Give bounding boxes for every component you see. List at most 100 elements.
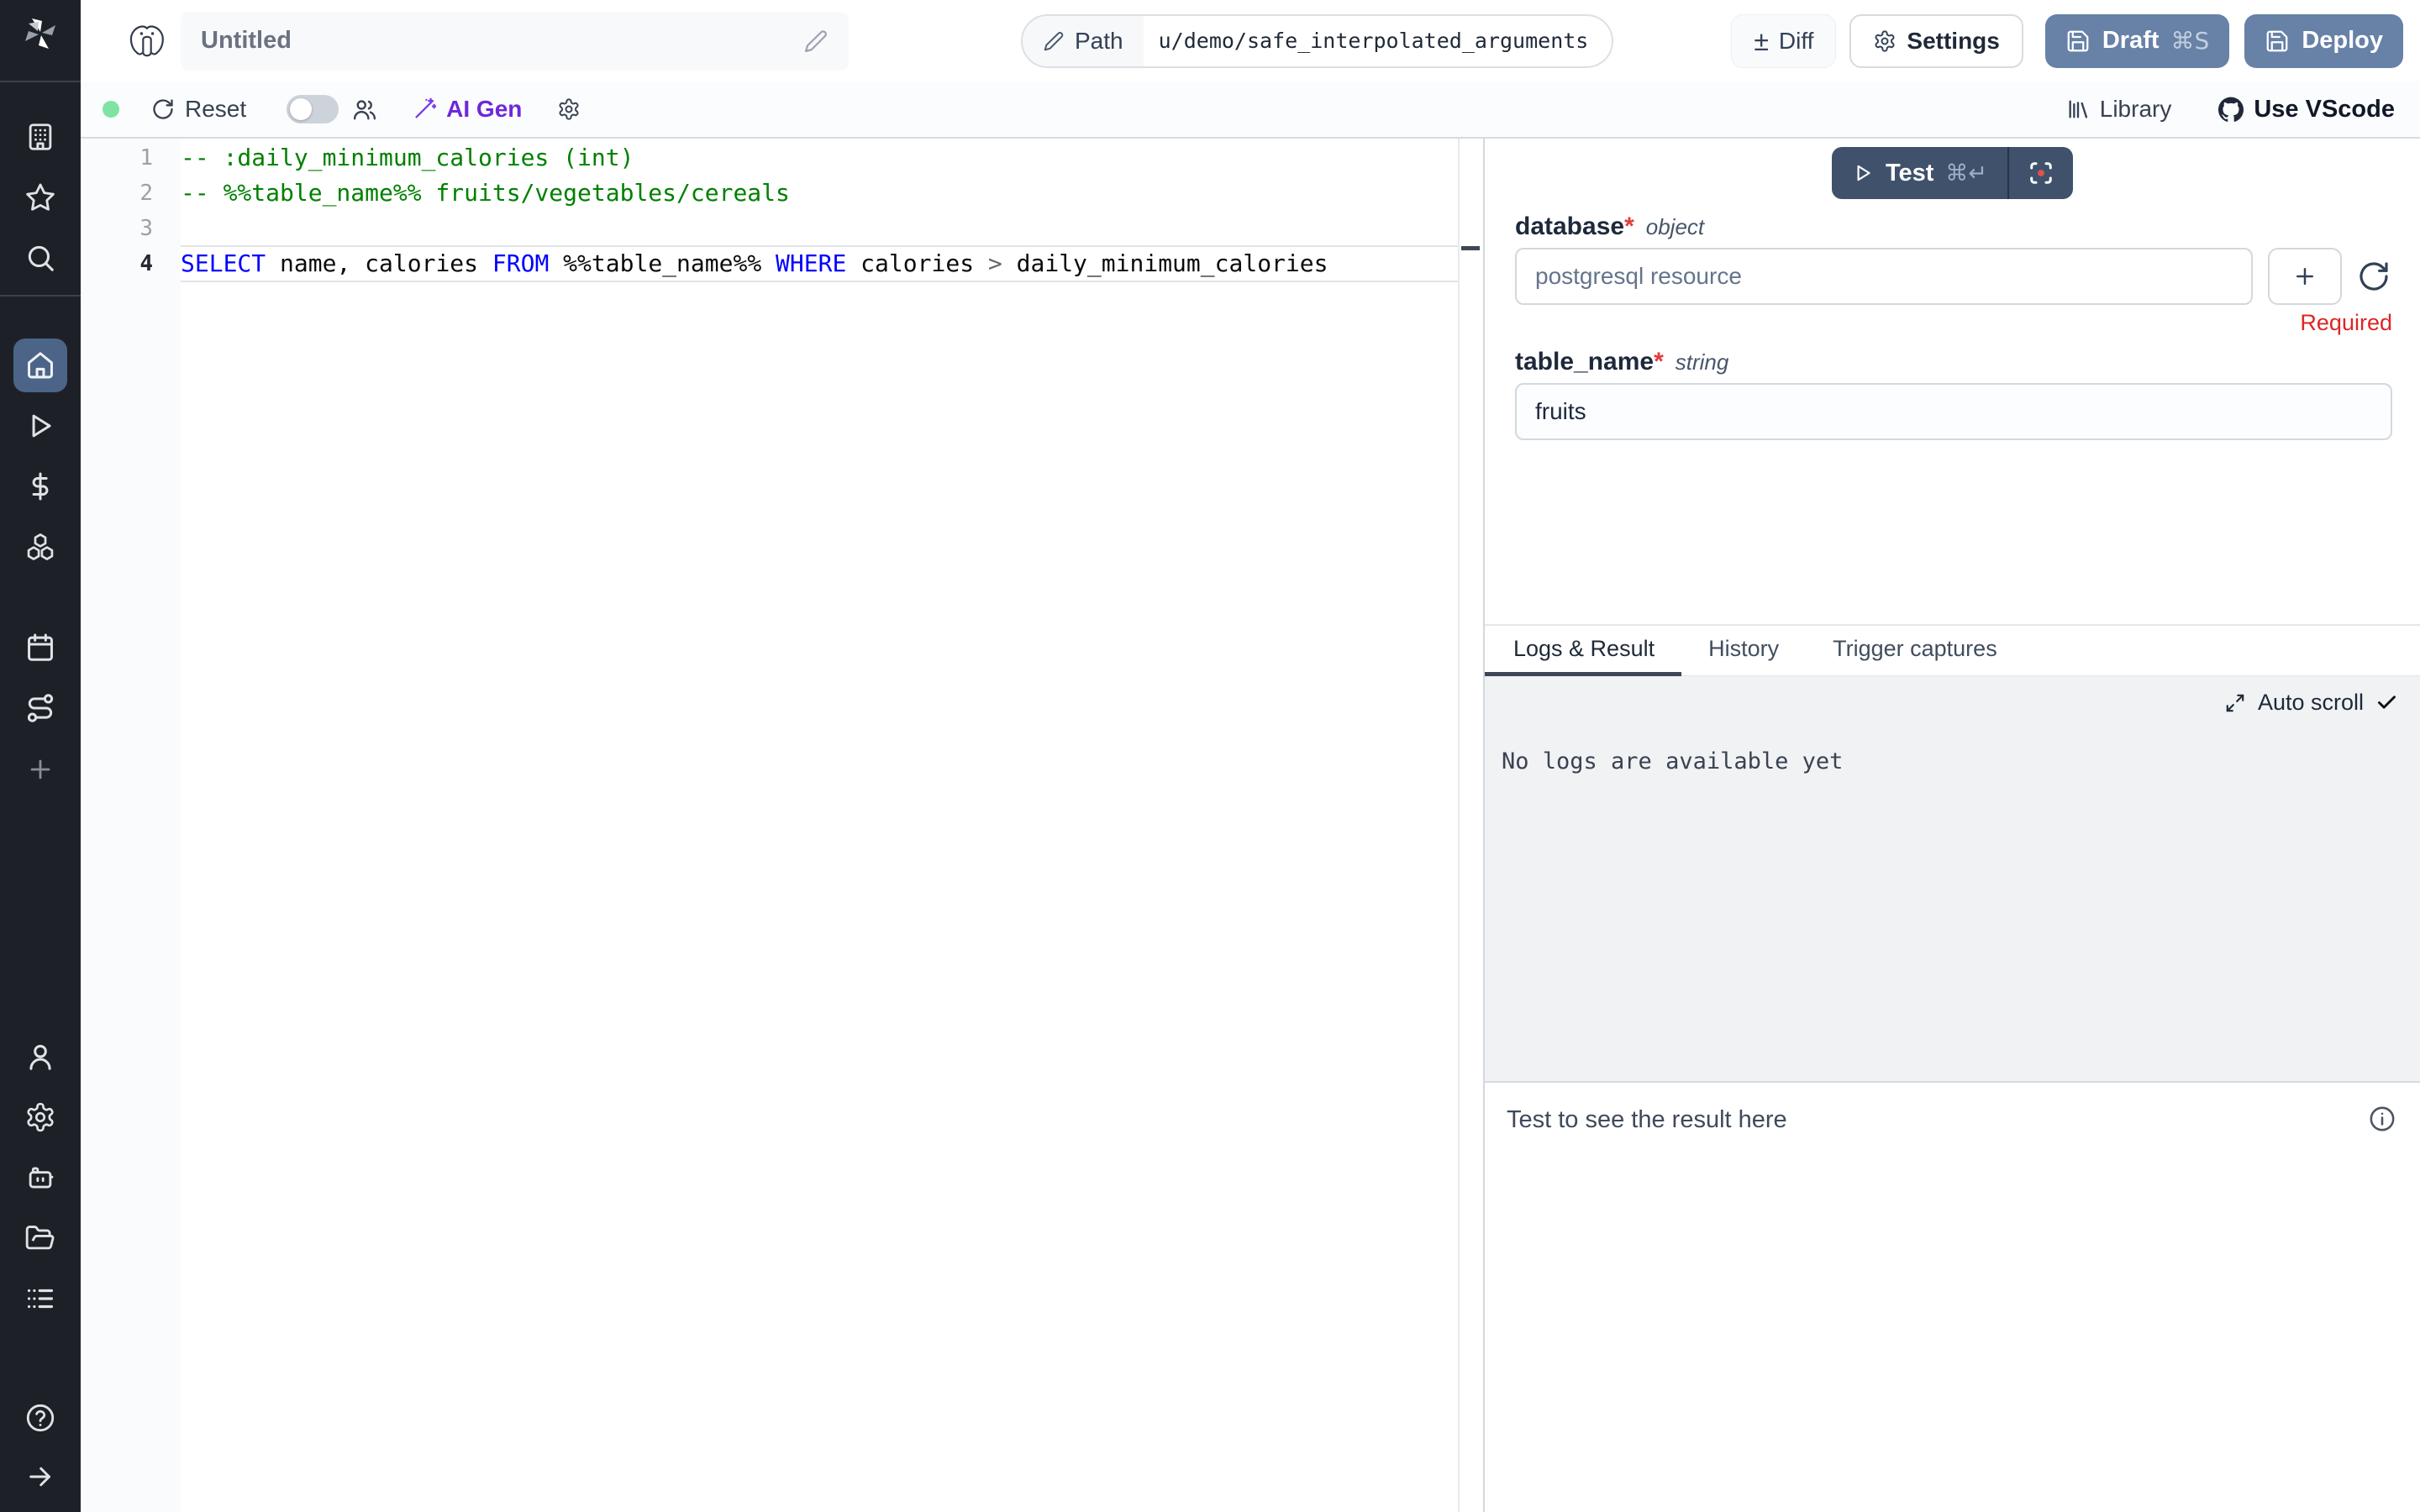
- reset-label: Reset: [185, 96, 246, 123]
- sidebar-item-triggers[interactable]: [24, 691, 57, 725]
- calendar-icon: [24, 632, 56, 664]
- test-shortcut: ⌘↵: [1945, 160, 1987, 186]
- use-vscode-label: Use VScode: [2254, 96, 2395, 123]
- sidebar-item-collapse[interactable]: [24, 1460, 57, 1494]
- line-number: 3: [81, 211, 153, 246]
- sidebar-item-variables[interactable]: [24, 470, 57, 503]
- main-column: Untitled Path u/demo/safe_interpolated_a…: [81, 0, 2420, 1512]
- check-icon: [2375, 691, 2398, 714]
- deploy-button[interactable]: Deploy: [2244, 14, 2403, 68]
- sidebar-item-add[interactable]: [24, 753, 57, 786]
- table-name-input[interactable]: [1515, 383, 2392, 440]
- database-input[interactable]: [1515, 248, 2253, 305]
- code-line[interactable]: -- %%table_name%% fruits/vegetables/cere…: [181, 176, 1460, 211]
- draft-label: Draft: [2102, 27, 2160, 55]
- refresh-resources-icon[interactable]: [2357, 260, 2391, 293]
- gear-icon: [1873, 29, 1897, 53]
- capture-button[interactable]: [2009, 147, 2073, 199]
- reset-button[interactable]: Reset: [151, 96, 246, 123]
- route-icon: [24, 692, 56, 724]
- diff-mode-toggle[interactable]: [287, 95, 339, 123]
- editor-gutter-background: [81, 139, 181, 1512]
- users-icon[interactable]: [352, 97, 377, 122]
- home-icon: [24, 349, 56, 381]
- sidebar-item-users[interactable]: [24, 1040, 57, 1074]
- content-row: 1234 -- :daily_minimum_calories (int)-- …: [81, 139, 2420, 1512]
- path-field[interactable]: Path u/demo/safe_interpolated_arguments: [1021, 14, 1613, 68]
- ai-gen-button[interactable]: AI Gen: [413, 96, 522, 123]
- gear-icon: [557, 97, 581, 121]
- search-icon: [24, 242, 56, 274]
- plus-minus-icon: ±: [1754, 28, 1769, 55]
- code-line[interactable]: -- :daily_minimum_calories (int): [181, 140, 1460, 176]
- plus-icon: [2292, 264, 2317, 289]
- add-resource-button[interactable]: [2268, 248, 2342, 305]
- sidebar-item-home[interactable]: [13, 339, 67, 392]
- sidebar-item-folders[interactable]: [24, 1221, 57, 1255]
- sidebar-divider: [0, 81, 81, 82]
- boxes-icon: [24, 531, 56, 563]
- field-type: string: [1676, 349, 1729, 375]
- play-icon: [1852, 162, 1874, 184]
- line-number: 4: [81, 246, 153, 281]
- draft-shortcut: ⌘S: [2171, 27, 2210, 55]
- script-settings-icon[interactable]: [557, 97, 581, 121]
- folder-open-icon: [24, 1222, 56, 1254]
- overview-ruler-marker: [1461, 246, 1480, 250]
- play-icon: [24, 410, 56, 442]
- sidebar-item-settings[interactable]: [24, 1100, 57, 1134]
- sidebar-item-runs[interactable]: [24, 409, 57, 443]
- sidebar-item-workspace[interactable]: [24, 120, 57, 154]
- code-editor[interactable]: 1234 -- :daily_minimum_calories (int)-- …: [81, 139, 1483, 1512]
- sidebar-item-workers[interactable]: [24, 1161, 57, 1194]
- help-icon: [24, 1402, 56, 1434]
- code-line[interactable]: SELECT name, calories FROM %%table_name%…: [181, 246, 1460, 281]
- test-button[interactable]: Test ⌘↵: [1832, 147, 2007, 199]
- arguments-form: database* object Required: [1485, 199, 2420, 440]
- draft-button[interactable]: Draft ⌘S: [2045, 14, 2229, 68]
- line-number: 1: [81, 140, 153, 176]
- settings-label: Settings: [1907, 28, 1999, 55]
- logs-empty-message: No logs are available yet: [1502, 748, 1843, 774]
- sidebar-item-help[interactable]: [24, 1401, 57, 1435]
- sidebar-item-search[interactable]: [24, 241, 57, 275]
- table-name-field-label: table_name* string: [1515, 348, 2392, 376]
- top-bar: Untitled Path u/demo/safe_interpolated_a…: [81, 0, 2420, 81]
- database-field-label: database* object: [1515, 213, 2392, 241]
- test-label: Test: [1886, 160, 1933, 187]
- path-label-segment[interactable]: Path: [1023, 16, 1144, 66]
- windmill-logo-icon[interactable]: [20, 13, 60, 54]
- field-name: database: [1515, 213, 1624, 241]
- info-icon[interactable]: [2368, 1105, 2396, 1133]
- refresh-icon: [151, 97, 175, 121]
- auto-scroll-toggle[interactable]: Auto scroll: [2224, 690, 2398, 716]
- sidebar-item-schedules[interactable]: [24, 631, 57, 664]
- path-value: u/demo/safe_interpolated_arguments: [1144, 29, 1612, 53]
- tab-trigger-captures[interactable]: Trigger captures: [1806, 626, 2024, 676]
- panel-spacer: [1485, 440, 2420, 624]
- table-name-input-row: [1515, 383, 2392, 440]
- expand-icon[interactable]: [2224, 692, 2246, 714]
- pencil-icon[interactable]: [803, 29, 829, 54]
- sidebar-item-resources[interactable]: [24, 530, 57, 564]
- tab-logs-result[interactable]: Logs & Result: [1485, 626, 1681, 676]
- use-vscode-button[interactable]: Use VScode: [2218, 96, 2395, 123]
- star-icon: [24, 181, 56, 213]
- database-input-row: [1515, 248, 2392, 305]
- required-error: Required: [1515, 310, 2392, 336]
- settings-button[interactable]: Settings: [1849, 14, 2023, 68]
- library-button[interactable]: Library: [2066, 96, 2172, 123]
- users-icon: [352, 97, 377, 122]
- script-title-field[interactable]: Untitled: [181, 12, 849, 71]
- postgresql-icon: [126, 20, 168, 62]
- diff-button[interactable]: ± Diff: [1731, 14, 1836, 68]
- sidebar-item-logs[interactable]: [24, 1282, 57, 1315]
- left-sidebar: [0, 0, 81, 1512]
- robot-icon: [24, 1162, 56, 1194]
- gear-icon: [24, 1101, 56, 1133]
- save-icon: [2265, 29, 2290, 54]
- code-line[interactable]: [181, 211, 1460, 246]
- tab-history[interactable]: History: [1681, 626, 1806, 676]
- required-mark: *: [1654, 348, 1664, 376]
- sidebar-item-favorites[interactable]: [24, 181, 57, 214]
